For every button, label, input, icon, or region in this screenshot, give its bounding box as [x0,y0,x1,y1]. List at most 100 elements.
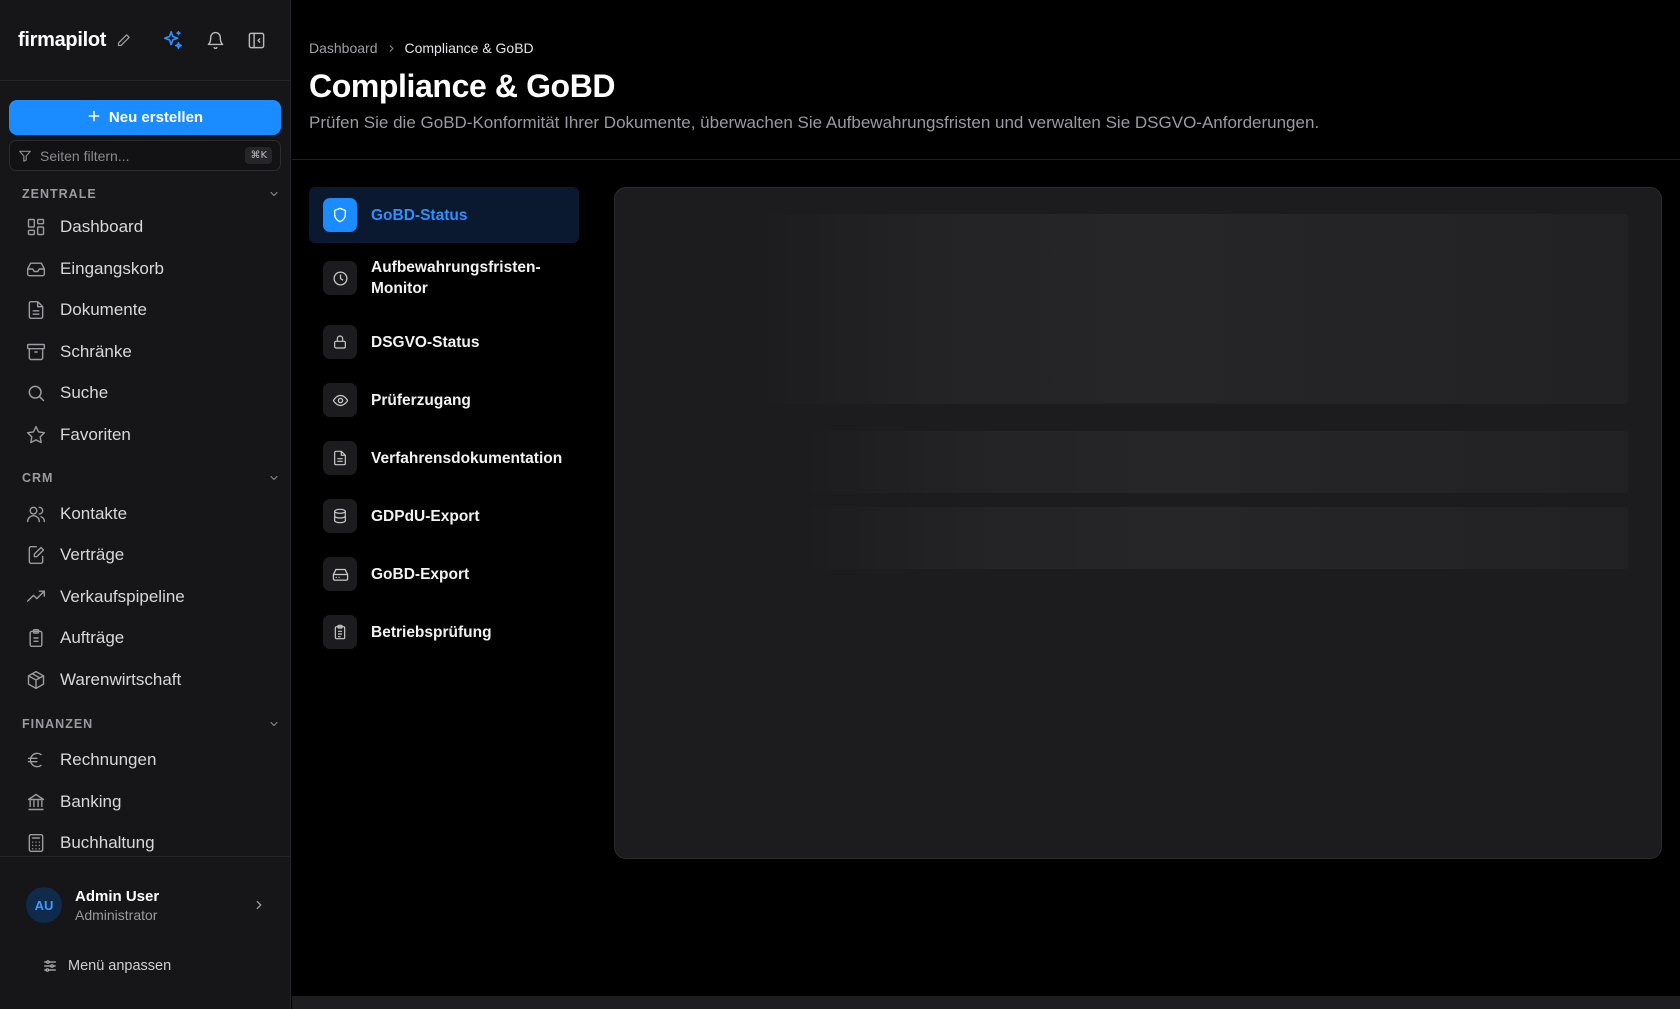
eye-icon [323,383,357,417]
brand-logo[interactable]: firmapilot [18,29,106,52]
clipboard-icon [29,628,43,648]
sidebar-item-label: Warenwirtschaft [60,670,182,689]
tab-label: GoBD-Export [371,565,470,583]
shield-icon [323,198,357,232]
sidebar-item-label: Banking [60,792,122,811]
skeleton-line [798,431,1628,493]
collapse-sidebar-icon[interactable] [247,31,266,50]
main-content: Dashboard Compliance & GoBD Compliance &… [292,0,1680,1009]
new-create-label: Neu erstellen [108,109,204,126]
document-icon [28,300,44,320]
sidebar: firmapilot Neu erstellen Seiten filtern.… [0,0,291,1009]
tab-aufbewahrungsfristen-monitor[interactable]: Aufbewahrungsfristen- Monitor [309,243,579,313]
sidebar-item-label: Aufträge [60,628,125,647]
chevron-down-icon [270,475,278,481]
bank-icon [27,793,45,811]
tab-gobd-status[interactable]: GoBD-Status [309,187,579,243]
section-title: FINANZEN [22,717,94,731]
sidebar-item-warenwirtschaft[interactable]: Warenwirtschaft [26,663,276,697]
page-description: Prüfen Sie die GoBD-Konformität Ihrer Do… [309,113,1320,132]
page-filter: ⌘K [9,140,281,171]
tab-gdpdu-export[interactable]: GDPdU-Export [309,487,579,545]
shortcut-badge: ⌘K [245,147,272,164]
contract-icon [28,545,45,565]
edit-icon[interactable] [116,33,131,48]
tab-label: Betriebsprüfung [371,623,492,641]
inbox-icon [26,262,46,277]
file-text-icon [323,441,357,475]
sidebar-item-kontakte[interactable]: Kontakte [26,497,276,531]
sidebar-divider [0,856,291,857]
sidebar-item-dokumente[interactable]: Dokumente [26,293,276,327]
sidebar-item-banking[interactable]: Banking [26,785,276,819]
section-title: ZENTRALE [22,187,97,201]
user-profile[interactable]: AU Admin User Administrator [26,885,266,925]
sidebar-item-schraenke[interactable]: Schränke [26,335,276,369]
tab-verfahrensdokumentation[interactable]: Verfahrensdokumentation [309,429,579,487]
sidebar-item-label: Dashboard [60,217,144,236]
sidebar-item-eingangskorb[interactable]: Eingangskorb [26,252,276,286]
app-root: firmapilot Neu erstellen Seiten filtern.… [0,0,1680,1009]
sliders-icon [44,960,56,972]
breadcrumb-dashboard-link[interactable]: Dashboard [309,40,378,56]
tab-label: GoBD-Status [371,206,468,224]
sidebar-item-label: Dokumente [60,300,147,319]
tab-dsgvo-status[interactable]: DSGVO-Status [309,313,579,371]
sidebar-item-verkaufspipeline[interactable]: Verkaufspipeline [26,580,276,614]
tab-label: GDPdU-Export [371,507,480,525]
chevron-down-icon [270,721,278,727]
header-divider [292,159,1680,160]
contacts-icon [26,506,46,523]
sidebar-item-label: Eingangskorb [60,259,164,278]
tab-label: Verfahrensdokumentation [371,449,563,467]
customize-menu-button[interactable]: Menü anpassen [42,958,171,974]
sidebar-item-auftraege[interactable]: Aufträge [26,621,276,655]
chevron-down-icon [270,191,278,197]
calculator-icon [28,833,44,853]
customize-menu-label: Menü anpassen [68,958,172,974]
plus-icon [87,109,101,127]
trend-icon [26,590,46,602]
user-name: Admin User [75,887,160,905]
content-panel-loading [614,187,1662,859]
section-finanzen[interactable]: FINANZEN [22,714,280,734]
tab-gobd-export[interactable]: GoBD-Export [309,545,579,603]
user-info: Admin User Administrator [75,888,159,923]
tab-label: DSGVO-Status [371,333,480,351]
star-icon [26,425,46,444]
tab-prueferzugang[interactable]: Prüferzugang [309,371,579,429]
archive-icon [26,343,46,361]
sidebar-item-label: Buchhaltung [60,833,155,852]
bottom-scrollbar[interactable] [292,996,1680,1009]
page-title: Compliance & GoBD [309,68,616,104]
tab-label: Prüferzugang [371,391,471,409]
sidebar-item-rechnungen[interactable]: Rechnungen [26,743,276,777]
sidebar-item-favoriten[interactable]: Favoriten [26,418,276,452]
sidebar-item-label: Favoriten [60,425,131,444]
filter-icon [18,149,32,163]
sidebar-item-label: Suche [60,383,109,402]
avatar: AU [26,887,62,923]
search-icon [28,385,45,402]
skeleton-line [798,507,1628,569]
sidebar-item-buchhaltung[interactable]: Buchhaltung [26,826,276,860]
section-title: CRM [22,471,54,485]
euro-icon [27,752,42,768]
sparkles-icon[interactable] [162,29,184,51]
new-create-button[interactable]: Neu erstellen [9,100,281,135]
section-zentrale[interactable]: ZENTRALE [22,184,280,204]
section-crm[interactable]: CRM [22,468,280,488]
sidebar-item-label: Rechnungen [60,750,157,769]
compliance-sub-nav: GoBD-Status Aufbewahrungsfristen- Monito… [309,187,579,661]
page-filter-input[interactable] [40,147,238,164]
sidebar-item-vertraege[interactable]: Verträge [26,538,276,572]
dashboard-icon [27,218,45,236]
sidebar-item-suche[interactable]: Suche [26,376,276,410]
sidebar-item-label: Schränke [60,342,132,361]
bell-icon[interactable] [206,31,225,50]
sidebar-item-dashboard[interactable]: Dashboard [26,210,276,244]
breadcrumb: Dashboard Compliance & GoBD [309,40,534,56]
tab-betriebspruefung[interactable]: Betriebsprüfung [309,603,579,661]
breadcrumb-current: Compliance & GoBD [404,40,534,56]
user-role: Administrator [75,906,158,923]
